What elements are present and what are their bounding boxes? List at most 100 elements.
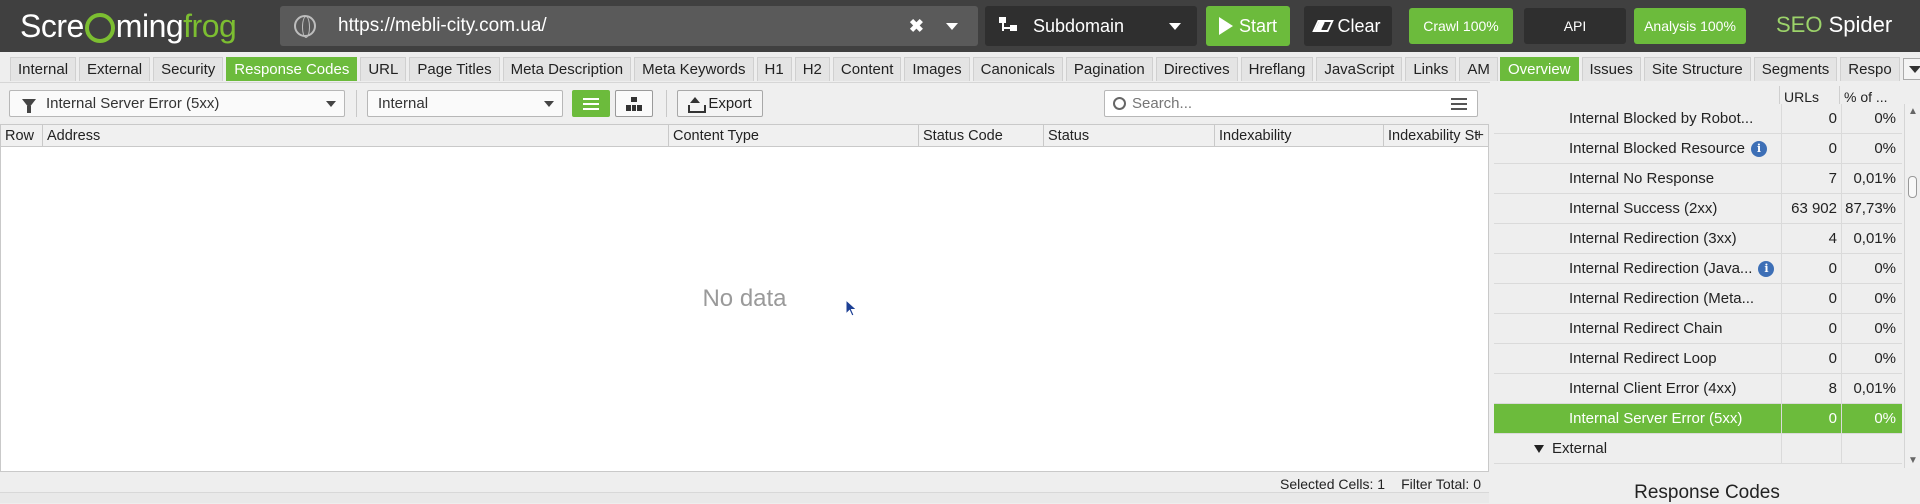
filter-icon [22,99,36,113]
overview-row-label: Internal Success (2xx) [1494,200,1781,217]
overview-row[interactable]: Internal Client Error (4xx) 8 0,01% [1494,373,1902,404]
overview-row[interactable]: Internal Blocked Resource i 0 0% [1494,133,1902,164]
clear-button[interactable]: Clear [1304,6,1392,46]
column-header-address[interactable]: Address [43,125,669,147]
overview-row-label: Internal Blocked by Robot... [1494,110,1781,127]
overview-row[interactable]: Internal No Response 7 0,01% [1494,163,1902,194]
tab-links[interactable]: Links [1405,57,1457,81]
tab-url[interactable]: URL [360,57,407,81]
overview-row-label: Internal Redirection (3xx) [1494,230,1781,247]
collapse-icon[interactable] [1534,444,1544,453]
tab-meta-description[interactable]: Meta Description [502,57,632,81]
horizontal-scrollbar[interactable] [0,492,1489,503]
filter-dropdown[interactable]: Internal Server Error (5xx) [9,90,345,117]
tab-content[interactable]: Content [832,57,902,81]
overview-row[interactable]: Internal Redirection (Java... i 0 0% [1494,253,1902,284]
brand-seo: SEO [1776,12,1823,37]
empty-state-message: No data [702,285,787,312]
analysis-progress-button[interactable]: Analysis 100% [1634,8,1746,44]
column-header-content-type[interactable]: Content Type [669,125,919,147]
right-tab-overview[interactable]: Overview [1500,57,1579,81]
tab-meta-keywords[interactable]: Meta Keywords [634,57,754,81]
clear-url-icon[interactable]: ✖ [909,16,924,37]
right-tab-overflow-button[interactable] [1902,58,1920,80]
export-button[interactable]: Export [677,90,763,117]
tab-response-codes[interactable]: Response Codes [226,57,358,81]
overview-row-percent: 0% [1841,313,1902,344]
right-tab-respo[interactable]: Respo [1840,57,1900,81]
overview-row-urls: 0 [1781,313,1841,344]
panel-title: Response Codes [1634,482,1780,503]
vertical-scrollbar[interactable]: ▲ ▼ [1904,104,1920,468]
tab-canonicals[interactable]: Canonicals [972,57,1063,81]
overview-row-name: Internal Blocked Resource [1569,140,1745,157]
overview-row-urls: 0 [1781,104,1841,134]
overview-row-percent: 0,01% [1841,163,1902,194]
right-tab-segments[interactable]: Segments [1753,57,1838,81]
overview-row-label: Internal Redirection (Meta... [1494,290,1781,307]
column-header-status-code[interactable]: Status Code [919,125,1044,147]
overview-row-percent: 0% [1841,104,1902,134]
tab-am[interactable]: AM [1459,57,1498,81]
tab-hreflang[interactable]: Hreflang [1240,57,1314,81]
url-input[interactable]: https://mebli-city.com.ua/ [338,15,909,37]
scrollbar-thumb[interactable] [1908,176,1917,198]
overview-row-percent: 0% [1841,283,1902,314]
tree-view-button[interactable] [615,90,653,117]
chevron-down-icon [326,100,336,107]
results-table[interactable]: Row Address Content Type Status Code Sta… [0,124,1489,472]
tab-pagination[interactable]: Pagination [1065,57,1153,81]
scroll-down-icon[interactable]: ▼ [1908,455,1918,466]
search-options-icon[interactable] [1451,97,1467,110]
overview-row-percent: 0% [1841,133,1902,164]
list-view-button[interactable] [572,90,610,117]
overview-row[interactable]: Internal Server Error (5xx) 0 0% [1494,403,1902,434]
search-box[interactable] [1104,90,1478,117]
info-icon[interactable]: i [1758,260,1775,277]
overview-row[interactable]: Internal Redirect Loop 0 0% [1494,343,1902,374]
list-icon [583,97,599,110]
scroll-up-icon[interactable]: ▲ [1908,106,1918,117]
overview-row-urls: 4 [1781,223,1841,254]
selected-cells: Selected Cells: 1 [1280,476,1385,492]
column-header-indexability[interactable]: Indexability [1215,125,1384,147]
tab-security[interactable]: Security [153,57,224,81]
tab-javascript[interactable]: JavaScript [1316,57,1403,81]
start-button[interactable]: Start [1206,6,1290,46]
overview-row[interactable]: Internal Blocked by Robot... 0 0% [1494,104,1902,134]
search-input[interactable] [1132,95,1451,112]
tab-directives[interactable]: Directives [1155,57,1238,81]
overview-row[interactable]: Internal Redirect Chain 0 0% [1494,313,1902,344]
overview-group-row[interactable]: External [1494,433,1902,464]
crawl-progress-button[interactable]: Crawl 100% [1409,8,1513,44]
overview-row-name: Internal Redirect Loop [1569,350,1717,367]
export-label: Export [708,95,752,112]
url-history-dropdown-icon[interactable] [946,22,958,30]
overview-group-urls [1781,433,1841,464]
tab-external[interactable]: External [79,57,151,81]
crawl-mode-dropdown[interactable]: Subdomain [985,6,1197,46]
scope-dropdown[interactable]: Internal [367,90,563,117]
right-tab-issues[interactable]: Issues [1581,57,1641,81]
overview-row[interactable]: Internal Redirection (Meta... 0 0% [1494,283,1902,314]
overview-row-percent: 87,73% [1841,193,1902,224]
tab-internal[interactable]: Internal [10,57,77,81]
column-header-status[interactable]: Status [1044,125,1215,147]
column-header-indexability-status[interactable]: Indexability St [1384,125,1484,147]
overview-row[interactable]: Internal Redirection (3xx) 4 0,01% [1494,223,1902,254]
overview-row-urls: 0 [1781,403,1841,434]
overview-row-name: Internal No Response [1569,170,1715,187]
overview-row[interactable]: Internal Success (2xx) 63 902 87,73% [1494,193,1902,224]
add-column-icon[interactable]: + [1475,127,1484,145]
tab-images[interactable]: Images [904,57,970,81]
tab-page-titles[interactable]: Page Titles [409,57,500,81]
tab-h1[interactable]: H1 [756,57,792,81]
logo-text-suffix: frog [183,7,237,44]
overview-row-name: Internal Redirection (Java... [1569,260,1753,277]
url-bar[interactable]: https://mebli-city.com.ua/ ✖ [280,6,978,46]
right-tab-site-structure[interactable]: Site Structure [1643,57,1751,81]
tab-h2[interactable]: H2 [794,57,830,81]
api-button[interactable]: API [1524,8,1626,44]
info-icon[interactable]: i [1750,140,1767,157]
column-header-row[interactable]: Row [1,125,43,147]
